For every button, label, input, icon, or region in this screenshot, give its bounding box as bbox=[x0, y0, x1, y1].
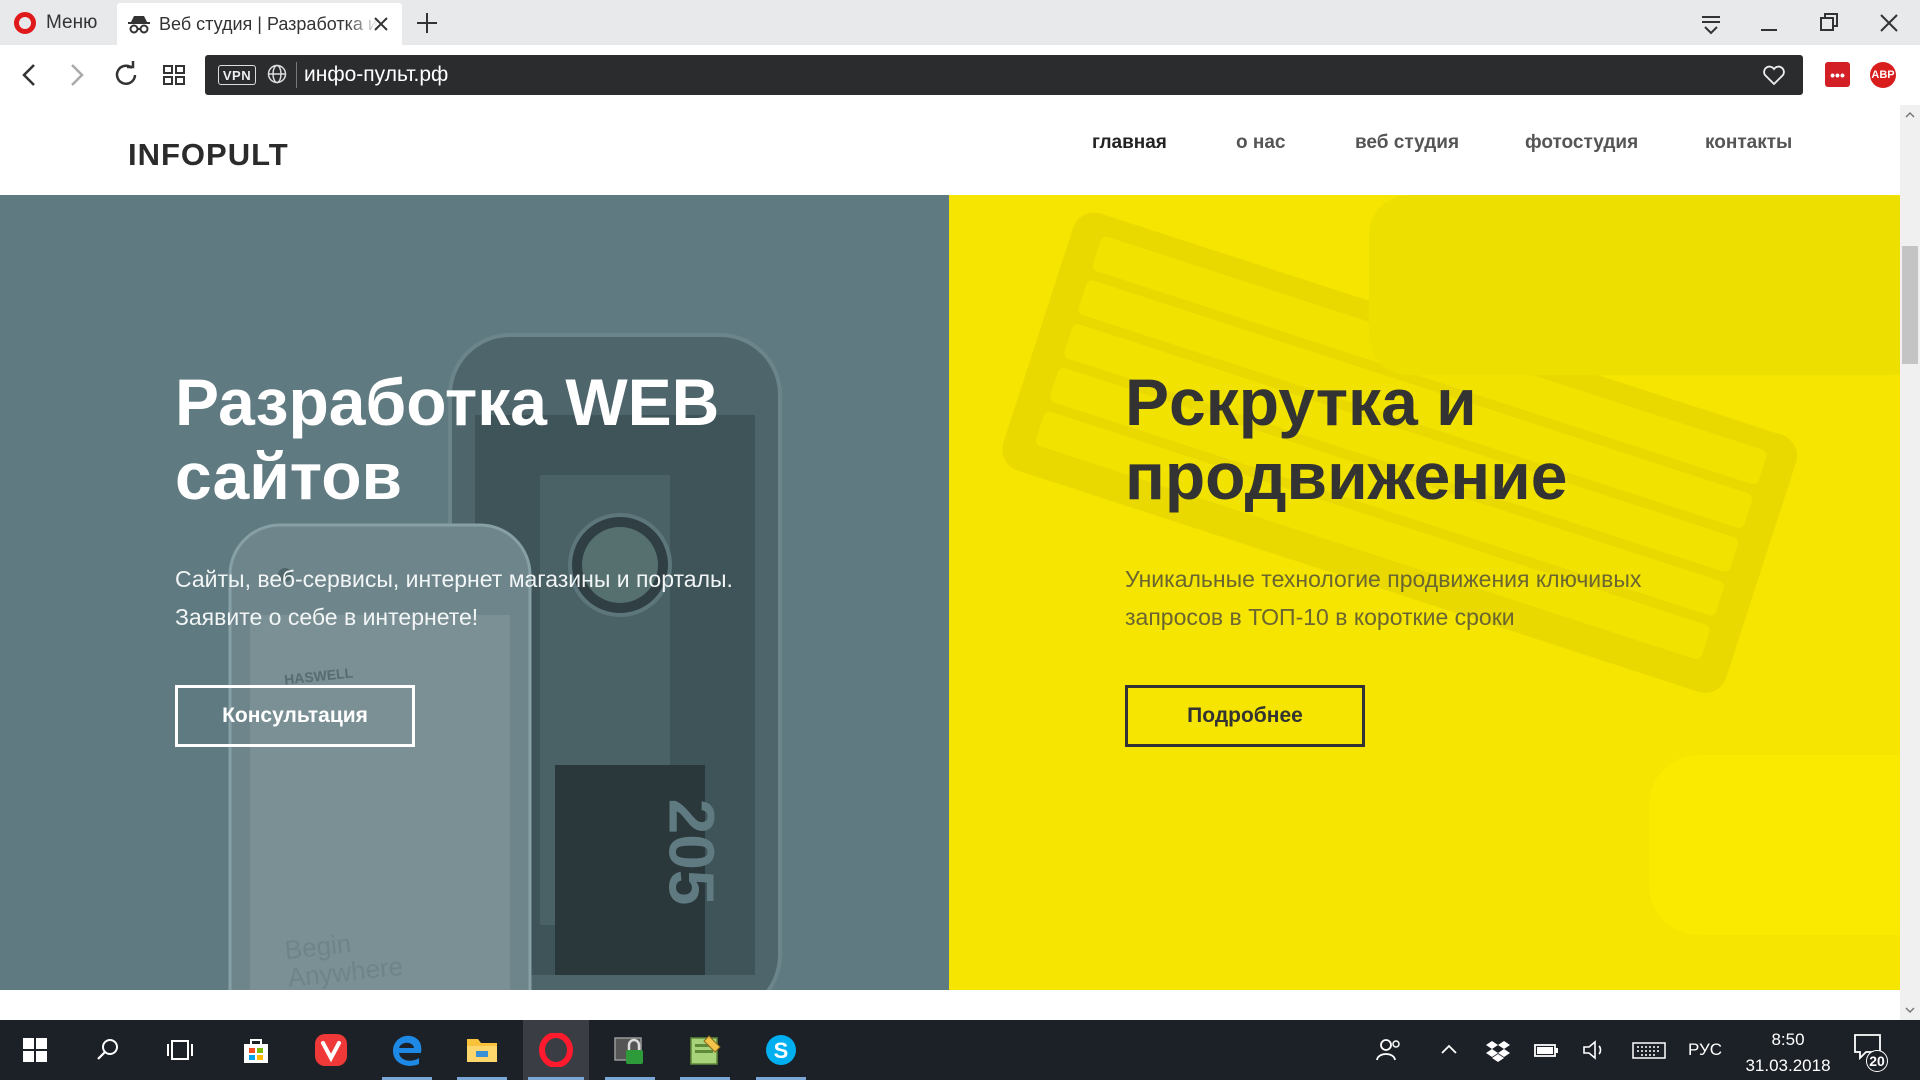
reload-icon[interactable] bbox=[110, 59, 142, 91]
chevron-up-icon[interactable] bbox=[1435, 1036, 1463, 1064]
scrollbar-thumb[interactable] bbox=[1902, 246, 1918, 364]
tab-title: Веб студия | Разработка и продвижение bbox=[159, 13, 379, 34]
taskbar-search[interactable] bbox=[78, 1020, 138, 1080]
people-icon[interactable] bbox=[1375, 1036, 1403, 1064]
heart-icon[interactable] bbox=[1762, 64, 1786, 86]
photo-number: 205 bbox=[655, 798, 728, 906]
taskbar-explorer[interactable] bbox=[452, 1020, 512, 1080]
restore-icon[interactable] bbox=[1814, 8, 1844, 38]
notepad-icon bbox=[690, 1035, 721, 1065]
clock[interactable]: 8:50 31.03.2018 bbox=[1738, 1027, 1838, 1079]
start-icon bbox=[23, 1038, 47, 1062]
opera-menu-button[interactable]: Меню bbox=[0, 0, 115, 45]
opera-logo-icon bbox=[14, 11, 36, 34]
hero-left-text: Сайты, веб-сервисы, интернет магазины и … bbox=[175, 566, 733, 592]
clock-date: 31.03.2018 bbox=[1745, 1056, 1831, 1075]
taskbar-skype[interactable]: S bbox=[751, 1020, 811, 1080]
plus-icon[interactable] bbox=[414, 10, 440, 36]
taskbar-store[interactable] bbox=[226, 1020, 286, 1080]
keyboard-icon[interactable] bbox=[1632, 1036, 1666, 1064]
volume-icon[interactable] bbox=[1580, 1036, 1608, 1064]
forward-icon[interactable] bbox=[60, 59, 92, 91]
clock-time: 8:50 bbox=[1771, 1030, 1805, 1049]
url-divider bbox=[296, 62, 297, 88]
page-scrollbar[interactable] bbox=[1900, 105, 1920, 1020]
back-icon[interactable] bbox=[14, 59, 46, 91]
edge-icon bbox=[393, 1035, 422, 1066]
taskbar-edge[interactable] bbox=[377, 1020, 437, 1080]
task-view-button[interactable] bbox=[150, 1020, 210, 1080]
globe-icon[interactable] bbox=[266, 63, 288, 85]
nav-link-home[interactable]: главная bbox=[1092, 132, 1167, 154]
nav-link-photo-studio[interactable]: фотостудия bbox=[1525, 132, 1638, 154]
hero-right-panel: Рскрутка и продвижение Уникальные технол… bbox=[949, 195, 1900, 990]
vivaldi-icon bbox=[315, 1034, 347, 1066]
scroll-up-icon[interactable] bbox=[1900, 105, 1920, 125]
url-text[interactable]: инфо-пульт.рф bbox=[304, 62, 448, 88]
minimize-icon[interactable] bbox=[1754, 8, 1784, 38]
opera-icon bbox=[539, 1033, 573, 1067]
taskbar-vivaldi[interactable] bbox=[301, 1020, 361, 1080]
scroll-down-icon[interactable] bbox=[1900, 1000, 1920, 1020]
close-window-icon[interactable] bbox=[1874, 8, 1904, 38]
vpn-badge[interactable]: VPN bbox=[218, 65, 256, 85]
hero-right-text: Уникальные технологие продвижения ключив… bbox=[1125, 566, 1642, 592]
nav-link-web-studio[interactable]: веб студия bbox=[1355, 132, 1459, 154]
task-view-icon bbox=[167, 1040, 193, 1060]
incognito-icon bbox=[128, 16, 150, 34]
hero-left-text: Заявите о себе в интернете! bbox=[175, 604, 479, 630]
extension-button[interactable]: ••• bbox=[1825, 62, 1850, 87]
menu-label: Меню bbox=[46, 11, 98, 33]
browser-tab[interactable]: Веб студия | Разработка и продвижение bbox=[117, 3, 402, 45]
hero-left-panel: Begin Anywhere HASWELL 205 Разработка WE… bbox=[0, 195, 949, 990]
hero-left-title: Разработка WEB bbox=[175, 365, 720, 439]
search-icon bbox=[97, 1039, 118, 1060]
hero-right-title: продвижение bbox=[1125, 439, 1568, 513]
vpn-app-icon bbox=[614, 1037, 643, 1064]
hero-left-title: сайтов bbox=[175, 439, 403, 513]
action-center-button[interactable]: 20 bbox=[1852, 1032, 1892, 1072]
store-icon bbox=[244, 1039, 268, 1063]
taskbar-opera[interactable] bbox=[523, 1020, 589, 1080]
nav-link-contacts[interactable]: контакты bbox=[1705, 132, 1792, 154]
nav-link-about[interactable]: о нас bbox=[1236, 132, 1286, 154]
web-page: INFOPULT главная о нас веб студия фотост… bbox=[0, 105, 1900, 1020]
explorer-icon bbox=[467, 1039, 497, 1062]
speed-dial-icon[interactable] bbox=[158, 59, 190, 91]
start-button[interactable] bbox=[5, 1020, 65, 1080]
notification-count: 20 bbox=[1866, 1050, 1888, 1072]
dropbox-icon[interactable] bbox=[1484, 1036, 1512, 1064]
hero-right-text: запросов в ТОП-10 в короткие сроки bbox=[1125, 604, 1515, 630]
tab-menu-icon[interactable] bbox=[1696, 8, 1726, 38]
adblock-icon[interactable]: ABP bbox=[1870, 62, 1896, 88]
taskbar-notepad[interactable] bbox=[675, 1020, 735, 1080]
language-indicator[interactable]: РУС bbox=[1688, 1040, 1722, 1060]
battery-icon[interactable] bbox=[1532, 1036, 1560, 1064]
taskbar-vpn-app[interactable] bbox=[600, 1020, 660, 1080]
skype-icon: S bbox=[766, 1035, 796, 1065]
more-button[interactable]: Подробнее bbox=[1125, 685, 1365, 747]
site-logo[interactable]: INFOPULT bbox=[128, 137, 289, 173]
svg-text:S: S bbox=[774, 1038, 789, 1063]
consultation-button[interactable]: Консультация bbox=[175, 685, 415, 747]
hero-right-title: Рскрутка и bbox=[1125, 365, 1477, 439]
close-icon[interactable] bbox=[370, 13, 392, 35]
